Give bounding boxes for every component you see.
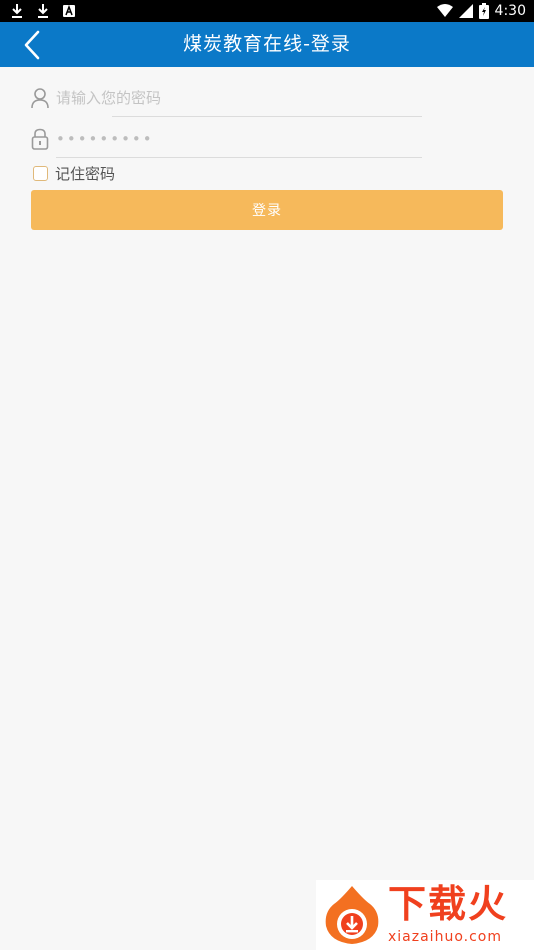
download-icon [12,4,22,18]
watermark: 下载火 xiazaihuo.com [316,880,534,950]
username-underline [112,116,422,117]
remember-label: 记住密码 [55,164,116,183]
app-notification-icon [63,4,75,17]
page-title: 煤炭教育在线-登录 [183,33,351,55]
download-icon [38,4,48,18]
remember-checkbox[interactable] [33,165,48,181]
watermark-title: 下载火 [388,882,509,926]
app-bar: 煤炭教育在线-登录 [0,22,534,67]
status-right: 4:30 [436,2,526,20]
password-row [30,124,422,158]
login-button[interactable]: 登录 [31,190,503,230]
status-left-icons [10,3,76,19]
status-time: 4:30 [494,3,526,19]
username-input[interactable] [56,85,416,111]
signal-icon [458,4,473,18]
lock-icon [31,128,49,150]
password-input[interactable] [56,126,416,152]
wifi-icon [436,4,453,17]
user-icon [31,88,49,109]
username-row [30,83,422,117]
remember-row[interactable]: 记住密码 [33,162,115,184]
flame-logo-icon [325,886,379,944]
status-bar: 4:30 [0,0,534,22]
battery-icon [478,3,489,19]
watermark-url: xiazaihuo.com [388,929,502,945]
password-underline [56,157,422,158]
